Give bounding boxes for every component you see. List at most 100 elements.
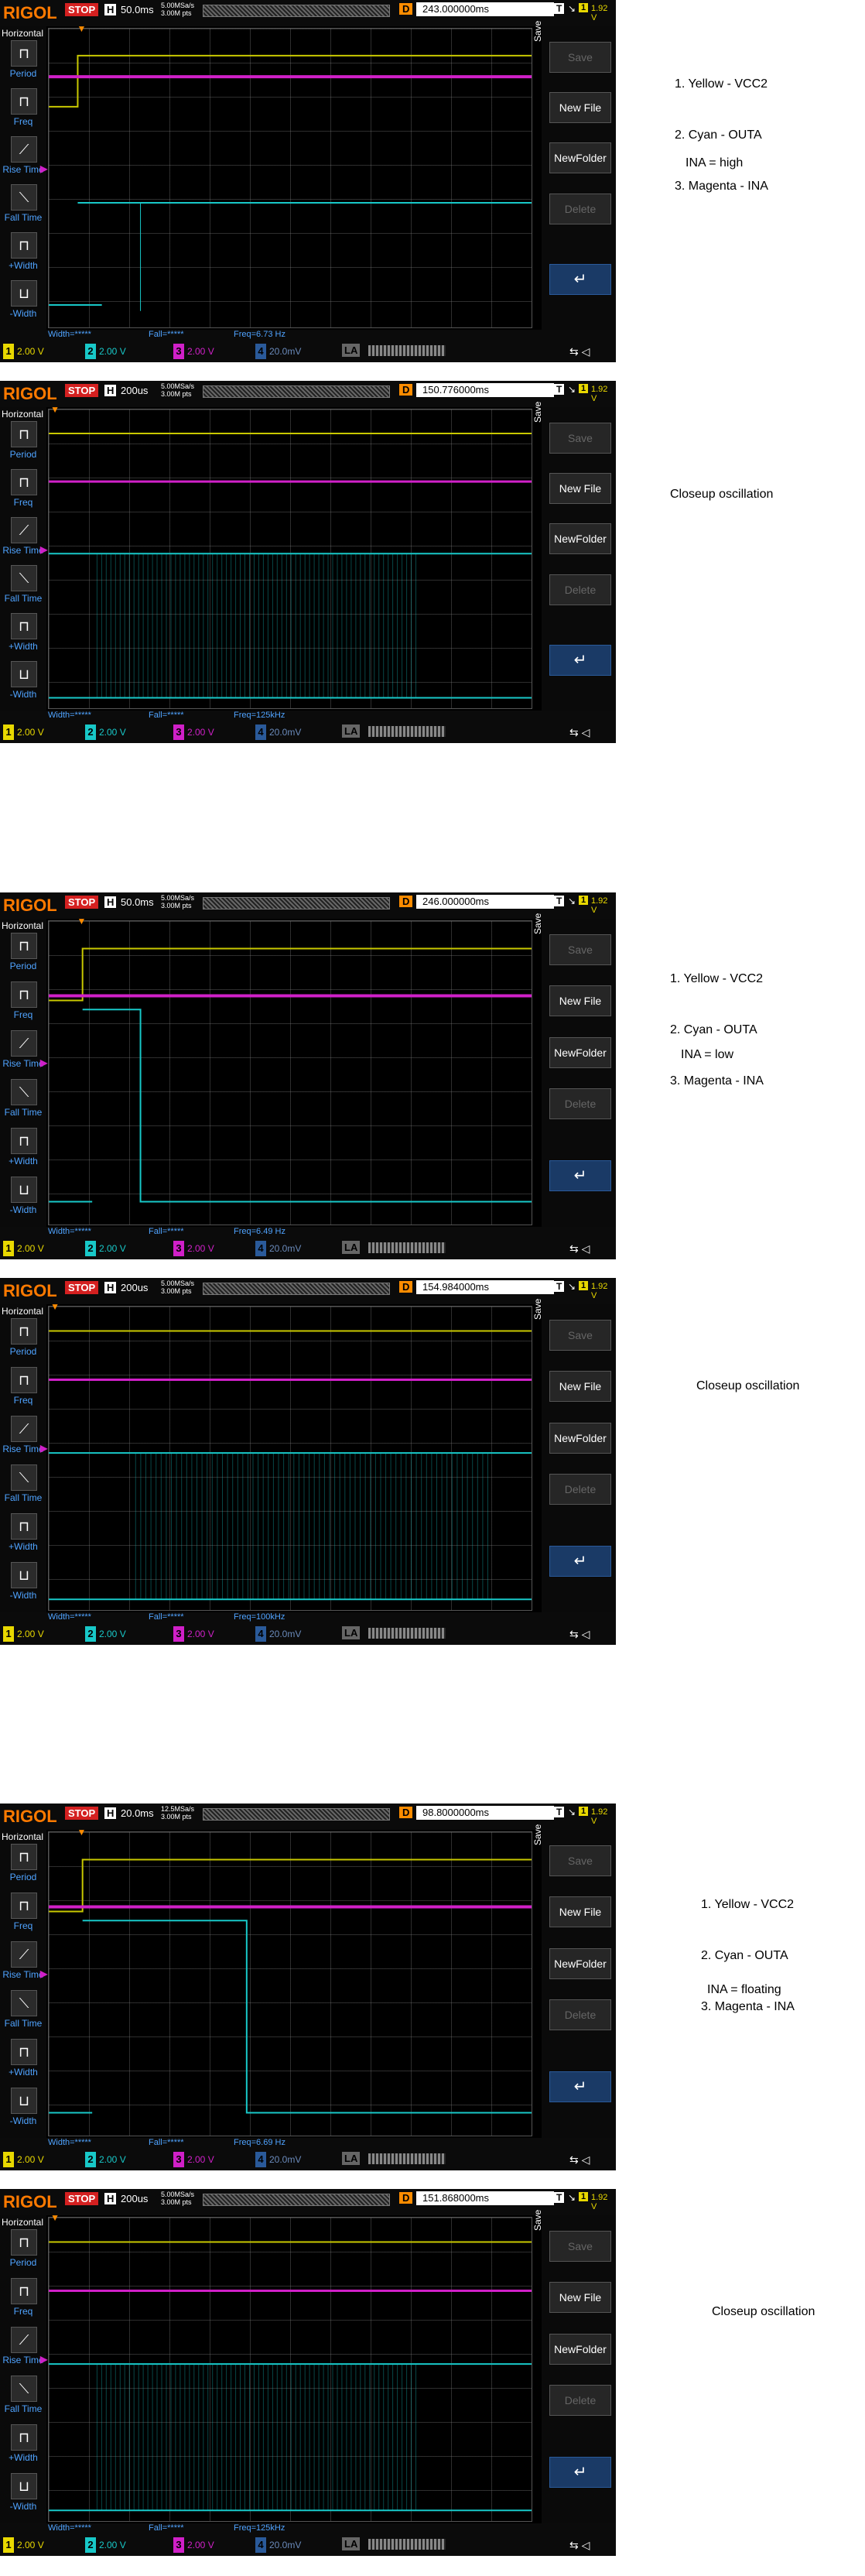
measure-fall-time-button[interactable]: ⟍: [8, 1990, 39, 2016]
delete-button[interactable]: Delete: [549, 193, 611, 224]
measure-width-button[interactable]: ⊓: [8, 1513, 39, 1540]
new-file-button[interactable]: New File: [549, 1371, 611, 1403]
delete-button[interactable]: Delete: [549, 574, 611, 605]
save-button[interactable]: Save: [549, 933, 611, 965]
new-folder-button[interactable]: NewFolder: [549, 142, 611, 174]
logic-analyzer-button[interactable]: LA: [342, 344, 361, 357]
save-tab[interactable]: Save: [532, 21, 543, 42]
measure-freq-button[interactable]: ⊓: [8, 1893, 39, 1919]
logic-analyzer-button[interactable]: LA: [342, 1626, 361, 1639]
save-tab[interactable]: Save: [532, 2210, 543, 2231]
channel-1-setting[interactable]: 1 2.00 V: [3, 2152, 80, 2167]
back-button[interactable]: ↵: [549, 2456, 611, 2488]
measure-width-button[interactable]: ⊓: [8, 1128, 39, 1154]
measure-width-button[interactable]: ⊔: [8, 2473, 39, 2499]
channel-2-setting[interactable]: 2 2.00 V: [85, 344, 162, 359]
channel-4-setting[interactable]: 4 20.0mV: [255, 724, 333, 740]
channel-4-setting[interactable]: 4 20.0mV: [255, 2152, 333, 2167]
measure-fall-time-button[interactable]: ⟍: [8, 1079, 39, 1105]
measure-width-button[interactable]: ⊔: [8, 1562, 39, 1588]
trigger-status[interactable]: T ↘ 1 1.92 V: [554, 1807, 614, 1826]
back-button[interactable]: ↵: [549, 1160, 611, 1191]
new-file-button[interactable]: New File: [549, 472, 611, 504]
measure-rise-time-button[interactable]: ⟋: [8, 2327, 39, 2353]
measure-width-button[interactable]: ⊔: [8, 661, 39, 687]
new-file-button[interactable]: New File: [549, 2282, 611, 2314]
measure-width-button[interactable]: ⊓: [8, 2424, 39, 2451]
run-stop-status[interactable]: STOP: [65, 384, 99, 397]
channel-2-setting[interactable]: 2 2.00 V: [85, 724, 162, 740]
channel-3-setting[interactable]: 3 2.00 V: [173, 344, 251, 359]
new-file-button[interactable]: New File: [549, 1896, 611, 1928]
channel-1-setting[interactable]: 1 2.00 V: [3, 724, 80, 740]
channel-4-setting[interactable]: 4 20.0mV: [255, 344, 333, 359]
logic-analyzer-button[interactable]: LA: [342, 2537, 361, 2550]
save-tab[interactable]: Save: [532, 913, 543, 934]
channel-1-setting[interactable]: 1 2.00 V: [3, 2537, 80, 2553]
back-button[interactable]: ↵: [549, 2071, 611, 2102]
measure-width-button[interactable]: ⊔: [8, 280, 39, 307]
new-file-button[interactable]: New File: [549, 985, 611, 1017]
save-button[interactable]: Save: [549, 422, 611, 454]
measure-width-button[interactable]: ⊓: [8, 2039, 39, 2065]
measure-period-button[interactable]: ⊓: [8, 1844, 39, 1870]
trigger-status[interactable]: T ↘ 1 1.92 V: [554, 3, 614, 22]
back-button[interactable]: ↵: [549, 1545, 611, 1577]
run-stop-status[interactable]: STOP: [65, 896, 99, 909]
trigger-status[interactable]: T ↘ 1 1.92 V: [554, 384, 614, 403]
save-button[interactable]: Save: [549, 2230, 611, 2262]
measure-width-button[interactable]: ⊓: [8, 613, 39, 639]
measure-fall-time-button[interactable]: ⟍: [8, 565, 39, 591]
delete-button[interactable]: Delete: [549, 1473, 611, 1505]
measure-period-button[interactable]: ⊓: [8, 40, 39, 67]
channel-3-setting[interactable]: 3 2.00 V: [173, 1626, 251, 1642]
logic-analyzer-button[interactable]: LA: [342, 724, 361, 738]
channel-3-setting[interactable]: 3 2.00 V: [173, 2537, 251, 2553]
logic-analyzer-button[interactable]: LA: [342, 2152, 361, 2165]
measure-fall-time-button[interactable]: ⟍: [8, 184, 39, 211]
measure-fall-time-button[interactable]: ⟍: [8, 1464, 39, 1491]
save-tab[interactable]: Save: [532, 1299, 543, 1320]
channel-3-setting[interactable]: 3 2.00 V: [173, 724, 251, 740]
measure-period-button[interactable]: ⊓: [8, 933, 39, 959]
channel-1-setting[interactable]: 1 2.00 V: [3, 344, 80, 359]
measure-freq-button[interactable]: ⊓: [8, 469, 39, 495]
run-stop-status[interactable]: STOP: [65, 3, 99, 16]
measure-freq-button[interactable]: ⊓: [8, 1367, 39, 1393]
save-tab[interactable]: Save: [532, 402, 543, 423]
back-button[interactable]: ↵: [549, 645, 611, 677]
measure-rise-time-button[interactable]: ⟋: [8, 1416, 39, 1442]
channel-3-setting[interactable]: 3 2.00 V: [173, 1241, 251, 1256]
channel-2-setting[interactable]: 2 2.00 V: [85, 1626, 162, 1642]
measure-rise-time-button[interactable]: ⟋: [8, 1941, 39, 1968]
measure-width-button[interactable]: ⊓: [8, 232, 39, 259]
logic-analyzer-button[interactable]: LA: [342, 1241, 361, 1254]
trigger-status[interactable]: T ↘ 1 1.92 V: [554, 896, 614, 915]
delete-button[interactable]: Delete: [549, 2384, 611, 2416]
measure-freq-button[interactable]: ⊓: [8, 88, 39, 115]
new-file-button[interactable]: New File: [549, 91, 611, 123]
measure-period-button[interactable]: ⊓: [8, 2229, 39, 2256]
channel-4-setting[interactable]: 4 20.0mV: [255, 1241, 333, 1256]
measure-width-button[interactable]: ⊔: [8, 2088, 39, 2114]
delete-button[interactable]: Delete: [549, 1088, 611, 1119]
save-button[interactable]: Save: [549, 1845, 611, 1876]
measure-period-button[interactable]: ⊓: [8, 1318, 39, 1345]
measure-width-button[interactable]: ⊔: [8, 1177, 39, 1203]
measure-freq-button[interactable]: ⊓: [8, 981, 39, 1008]
channel-4-setting[interactable]: 4 20.0mV: [255, 2537, 333, 2553]
new-folder-button[interactable]: NewFolder: [549, 1036, 611, 1068]
measure-rise-time-button[interactable]: ⟋: [8, 136, 39, 163]
channel-2-setting[interactable]: 2 2.00 V: [85, 1241, 162, 1256]
measure-period-button[interactable]: ⊓: [8, 421, 39, 447]
trigger-status[interactable]: T ↘ 1 1.92 V: [554, 2192, 614, 2211]
trigger-status[interactable]: T ↘ 1 1.92 V: [554, 1281, 614, 1300]
save-tab[interactable]: Save: [532, 1824, 543, 1845]
channel-1-setting[interactable]: 1 2.00 V: [3, 1241, 80, 1256]
save-button[interactable]: Save: [549, 1319, 611, 1351]
run-stop-status[interactable]: STOP: [65, 2192, 99, 2205]
run-stop-status[interactable]: STOP: [65, 1807, 99, 1820]
measure-freq-button[interactable]: ⊓: [8, 2278, 39, 2304]
channel-3-setting[interactable]: 3 2.00 V: [173, 2152, 251, 2167]
measure-rise-time-button[interactable]: ⟋: [8, 517, 39, 543]
